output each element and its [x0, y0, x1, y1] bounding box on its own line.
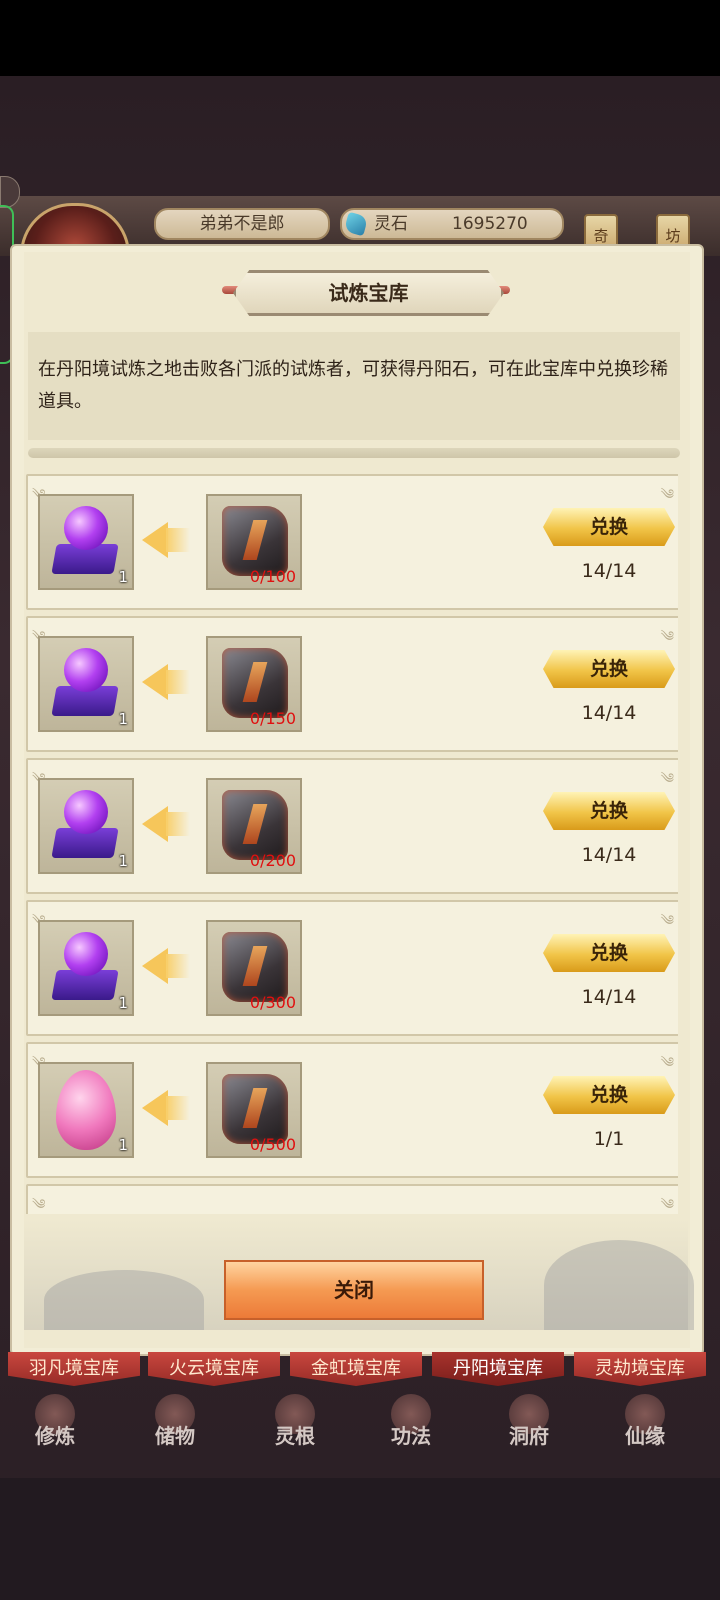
arrow-left-icon — [142, 664, 168, 700]
danyang-stone-icon — [222, 932, 288, 1002]
arrow-tail — [166, 954, 190, 978]
reward-item-slot[interactable]: 1 — [38, 636, 134, 732]
danyang-stone-icon — [222, 1074, 288, 1144]
nav-fate[interactable]: 仙缘 — [600, 1394, 690, 1448]
cost-item-slot[interactable]: 0/150 — [206, 636, 302, 732]
cost-item-slot[interactable]: 0/200 — [206, 778, 302, 874]
corner-ornament-icon: ༄ — [660, 1197, 674, 1213]
exchange-row: ༄ ༄ 1 0/100 兑换 14/14 — [26, 474, 678, 610]
reward-count: 1 — [118, 710, 128, 728]
mountain-shape — [44, 1270, 204, 1330]
nav-label: 灵根 — [275, 1424, 315, 1448]
exchange-list[interactable]: ༄ ༄ 1 0/100 兑换 14/14 ༄ ༄ 1 0/150 兑换 14/ — [26, 474, 678, 1214]
pink-egg-icon — [56, 1070, 116, 1150]
reward-count: 1 — [118, 568, 128, 586]
reward-item-slot[interactable]: 1 — [38, 920, 134, 1016]
exchange-button[interactable]: 兑换 — [543, 650, 675, 688]
bottom-backdrop — [0, 1478, 720, 1600]
nav-storage[interactable]: 储物 — [130, 1394, 220, 1448]
modal-title: 试炼宝库 — [233, 270, 504, 316]
exchange-row: ༄ ༄ 1 0/300 兑换 14/14 — [26, 900, 678, 1036]
danyang-stone-icon — [222, 506, 288, 576]
arrow-tail — [166, 528, 190, 552]
mountain-shape — [544, 1240, 694, 1330]
nav-label: 功法 — [391, 1424, 431, 1448]
tab-yufan[interactable]: 羽凡境宝库 — [8, 1352, 140, 1386]
exchange-row: ༄ ༄ 1 0/200 兑换 14/14 — [26, 758, 678, 894]
nav-skills[interactable]: 功法 — [366, 1394, 456, 1448]
player-name: 弟弟不是郎 — [154, 208, 330, 240]
arrow-tail — [166, 1096, 190, 1120]
resource-value: 1695270 — [452, 214, 528, 234]
tab-linjie[interactable]: 灵劫境宝库 — [574, 1352, 706, 1386]
reward-count: 1 — [118, 852, 128, 870]
close-button[interactable]: 关闭 — [224, 1260, 484, 1320]
arrow-left-icon — [142, 806, 168, 842]
exchange-limit: 14/14 — [581, 986, 637, 1008]
arrow-left-icon — [142, 522, 168, 558]
exchange-button[interactable]: 兑换 — [543, 792, 675, 830]
cost-progress: 0/100 — [249, 567, 296, 586]
nav-label: 洞府 — [509, 1424, 549, 1448]
cost-progress: 0/300 — [249, 993, 296, 1012]
exchange-row-partial: ༄ ༄ — [26, 1184, 678, 1214]
reward-item-slot[interactable]: 1 — [38, 778, 134, 874]
description-box: 在丹阳境试炼之地击败各门派的试炼者，可获得丹阳石，可在此宝库中兑换珍稀道具。 — [28, 332, 680, 440]
nav-cave[interactable]: 洞府 — [484, 1394, 574, 1448]
description-text: 在丹阳境试炼之地击败各门派的试炼者，可获得丹阳石，可在此宝库中兑换珍稀道具。 — [38, 359, 668, 412]
purple-orb-on-stand-icon — [64, 648, 108, 692]
treasury-tabs: 羽凡境宝库 火云境宝库 金虹境宝库 丹阳境宝库 灵劫境宝库 — [0, 1352, 720, 1392]
nav-label: 修炼 — [35, 1424, 75, 1448]
reward-item-slot[interactable]: 1 — [38, 494, 134, 590]
cost-progress: 0/500 — [249, 1135, 296, 1154]
nav-cultivate[interactable]: 修炼 — [10, 1394, 100, 1448]
tab-huoyun[interactable]: 火云境宝库 — [148, 1352, 280, 1386]
exchange-row: ༄ ༄ 1 0/500 兑换 1/1 — [26, 1042, 678, 1178]
exchange-button[interactable]: 兑换 — [543, 508, 675, 546]
exchange-limit: 1/1 — [593, 1128, 625, 1150]
purple-orb-on-stand-icon — [64, 790, 108, 834]
arrow-left-icon — [142, 948, 168, 984]
tab-danyang[interactable]: 丹阳境宝库 — [432, 1352, 564, 1386]
danyang-stone-icon — [222, 790, 288, 860]
danyang-stone-icon — [222, 648, 288, 718]
exchange-limit: 14/14 — [581, 702, 637, 724]
purple-orb-on-stand-icon — [64, 506, 108, 550]
cost-progress: 0/200 — [249, 851, 296, 870]
cost-item-slot[interactable]: 0/500 — [206, 1062, 302, 1158]
spirit-stone-gem-icon — [343, 211, 369, 237]
nav-spirit-root[interactable]: 灵根 — [250, 1394, 340, 1448]
exchange-limit: 14/14 — [581, 844, 637, 866]
arrow-tail — [166, 812, 190, 836]
resource-label: 灵石 — [374, 214, 408, 234]
exchange-button[interactable]: 兑换 — [543, 934, 675, 972]
purple-orb-on-stand-icon — [64, 932, 108, 976]
reward-count: 1 — [118, 994, 128, 1012]
nav-label: 储物 — [155, 1424, 195, 1448]
scroll-divider — [28, 448, 680, 458]
reward-item-slot[interactable]: 1 — [38, 1062, 134, 1158]
spirit-stone-counter: 灵石 1695270 — [340, 208, 564, 240]
cost-item-slot[interactable]: 0/300 — [206, 920, 302, 1016]
arrow-tail — [166, 670, 190, 694]
reward-count: 1 — [118, 1136, 128, 1154]
exchange-row: ༄ ༄ 1 0/150 兑换 14/14 — [26, 616, 678, 752]
cost-progress: 0/150 — [249, 709, 296, 728]
cost-item-slot[interactable]: 0/100 — [206, 494, 302, 590]
corner-ornament-icon: ༄ — [32, 1197, 46, 1213]
nav-label: 仙缘 — [625, 1424, 665, 1448]
arrow-left-icon — [142, 1090, 168, 1126]
exchange-button[interactable]: 兑换 — [543, 1076, 675, 1114]
exchange-limit: 14/14 — [581, 560, 637, 582]
tab-jinhong[interactable]: 金虹境宝库 — [290, 1352, 422, 1386]
bottom-nav: 修炼 储物 灵根 功法 洞府 仙缘 — [0, 1392, 720, 1450]
